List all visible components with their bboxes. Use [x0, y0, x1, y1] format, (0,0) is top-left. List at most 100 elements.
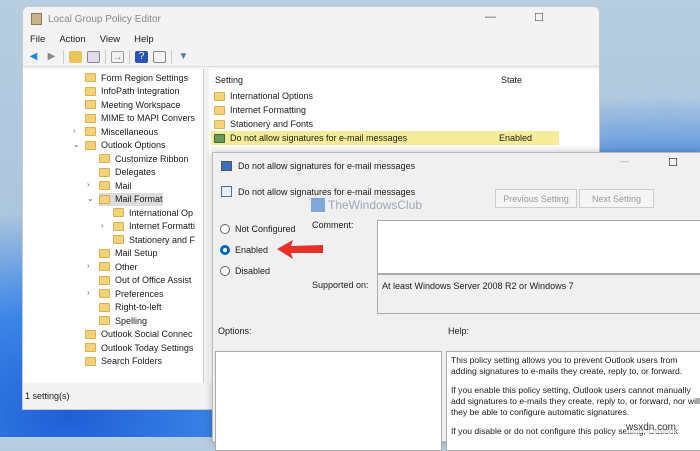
menu-action[interactable]: Action: [59, 34, 85, 45]
properties-icon[interactable]: [153, 50, 166, 63]
folder-icon: [214, 105, 225, 115]
tree-node[interactable]: Out of Office Assist: [99, 274, 191, 287]
folder-icon: [85, 343, 96, 352]
watermark: TheWindowsClub: [311, 198, 422, 212]
up-folder-icon[interactable]: [69, 50, 82, 63]
tree-node[interactable]: Outlook Options: [85, 139, 166, 152]
menu-help[interactable]: Help: [134, 34, 154, 45]
options-pane: [215, 351, 442, 451]
chevron-down-icon[interactable]: ⌄: [73, 140, 80, 149]
tree-node[interactable]: International Op: [113, 206, 193, 219]
tree-node[interactable]: Form Region Settings: [85, 71, 188, 84]
folder-icon: [85, 140, 96, 150]
folder-icon: [85, 127, 96, 136]
help-icon[interactable]: ?: [135, 50, 148, 63]
dialog-header: Do not allow signatures for e-mail messa…: [238, 186, 416, 197]
gpedit-icon: [31, 13, 42, 25]
tree-node[interactable]: Stationery and F: [113, 233, 195, 246]
folder-icon: [85, 329, 96, 339]
chevron-right-icon[interactable]: ›: [87, 180, 90, 189]
dialog-title: Do not allow signatures for e-mail messa…: [238, 161, 416, 171]
folder-icon: [99, 248, 110, 258]
folder-icon: [85, 113, 96, 123]
tree-node[interactable]: Mail Format: [99, 192, 163, 206]
back-icon[interactable]: ◀: [27, 51, 40, 63]
list-row[interactable]: Stationery and Fonts: [211, 117, 559, 131]
export-icon[interactable]: →: [111, 50, 124, 63]
tree-pane: Form Region Settings InfoPath Integration…: [23, 69, 204, 383]
tree-node[interactable]: Miscellaneous: [85, 125, 158, 138]
tree-node[interactable]: InfoPath Integration: [85, 85, 180, 98]
tree-node[interactable]: Mail Setup: [99, 247, 158, 260]
radio-enabled[interactable]: Enabled: [220, 245, 268, 255]
folder-icon: [113, 221, 124, 231]
red-arrow-annotation: [277, 240, 323, 259]
help-pane[interactable]: This policy setting allows you to preven…: [446, 351, 700, 451]
tree-node[interactable]: Outlook Social Connec: [85, 328, 193, 341]
folder-icon: [99, 262, 110, 271]
tree-node[interactable]: Delegates: [99, 166, 156, 179]
tree-node[interactable]: Spelling: [99, 314, 147, 327]
folder-icon: [99, 154, 110, 163]
forward-icon[interactable]: ▶: [45, 51, 58, 63]
tree-node[interactable]: Internet Formatti: [113, 220, 195, 233]
chevron-right-icon[interactable]: ›: [101, 221, 104, 230]
tree-node[interactable]: Preferences: [99, 287, 164, 300]
tree-node[interactable]: Search Folders: [85, 355, 162, 368]
chevron-right-icon[interactable]: ›: [73, 126, 76, 135]
comment-input[interactable]: [377, 220, 700, 274]
folder-icon: [113, 208, 124, 217]
status-bar: 1 setting(s): [25, 391, 70, 401]
supported-on-label: Supported on:: [312, 280, 369, 290]
tree-node[interactable]: Other: [99, 260, 138, 273]
folder-icon: [99, 316, 110, 325]
supported-on-value: At least Windows Server 2008 R2 or Windo…: [377, 274, 700, 314]
tree-node[interactable]: Outlook Today Settings: [85, 341, 193, 354]
watermark-logo-icon: [311, 198, 325, 212]
list-row[interactable]: International Options: [211, 89, 559, 103]
show-hide-tree-icon[interactable]: [87, 50, 100, 63]
tree-node[interactable]: Meeting Workspace: [85, 98, 180, 111]
comment-label: Comment:: [312, 220, 354, 230]
maximize-button[interactable]: ☐: [534, 11, 544, 24]
folder-icon: [99, 275, 110, 285]
radio-disabled[interactable]: Disabled: [220, 266, 270, 276]
folder-icon: [85, 356, 96, 366]
options-label: Options:: [218, 326, 252, 336]
toolbar: ◀ ▶ → ? ▼: [23, 47, 599, 67]
minimize-button[interactable]: —: [485, 11, 496, 23]
minimize-button[interactable]: —: [620, 156, 629, 166]
folder-icon: [99, 289, 110, 298]
radio-not-configured[interactable]: Not Configured: [220, 224, 296, 234]
tree-node[interactable]: Customize Ribbon: [99, 152, 189, 165]
column-state[interactable]: State: [501, 75, 522, 85]
tree-node[interactable]: Right-to-left: [99, 301, 162, 314]
filter-icon[interactable]: ▼: [177, 51, 190, 63]
folder-icon: [214, 91, 225, 101]
title-bar: Local Group Policy Editor — ☐: [23, 7, 599, 31]
tree-node[interactable]: MIME to MAPI Convers: [85, 112, 195, 125]
folder-icon: [214, 119, 225, 129]
chevron-right-icon[interactable]: ›: [87, 261, 90, 270]
site-watermark: wsxdn.com: [626, 422, 677, 433]
setting-icon: [221, 186, 232, 197]
folder-icon: [99, 194, 110, 204]
menu-file[interactable]: File: [30, 34, 45, 45]
maximize-button[interactable]: ☐: [668, 156, 678, 169]
previous-setting-button[interactable]: Previous Setting: [495, 189, 577, 208]
menu-view[interactable]: View: [100, 34, 120, 45]
policy-dialog: Do not allow signatures for e-mail messa…: [212, 152, 700, 451]
folder-icon: [85, 100, 96, 109]
list-row[interactable]: Do not allow signatures for e-mail messa…: [211, 131, 559, 145]
list-row[interactable]: Internet Formatting: [211, 103, 559, 117]
chevron-right-icon[interactable]: ›: [87, 288, 90, 297]
folder-icon: [99, 302, 110, 312]
folder-icon: [85, 73, 96, 82]
chevron-down-icon[interactable]: ⌄: [87, 194, 94, 203]
policy-icon: [221, 161, 232, 171]
folder-icon: [113, 235, 124, 244]
folder-icon: [99, 181, 110, 190]
column-setting[interactable]: Setting: [215, 75, 243, 85]
next-setting-button[interactable]: Next Setting: [579, 189, 654, 208]
tree-node[interactable]: Mail: [99, 179, 132, 192]
